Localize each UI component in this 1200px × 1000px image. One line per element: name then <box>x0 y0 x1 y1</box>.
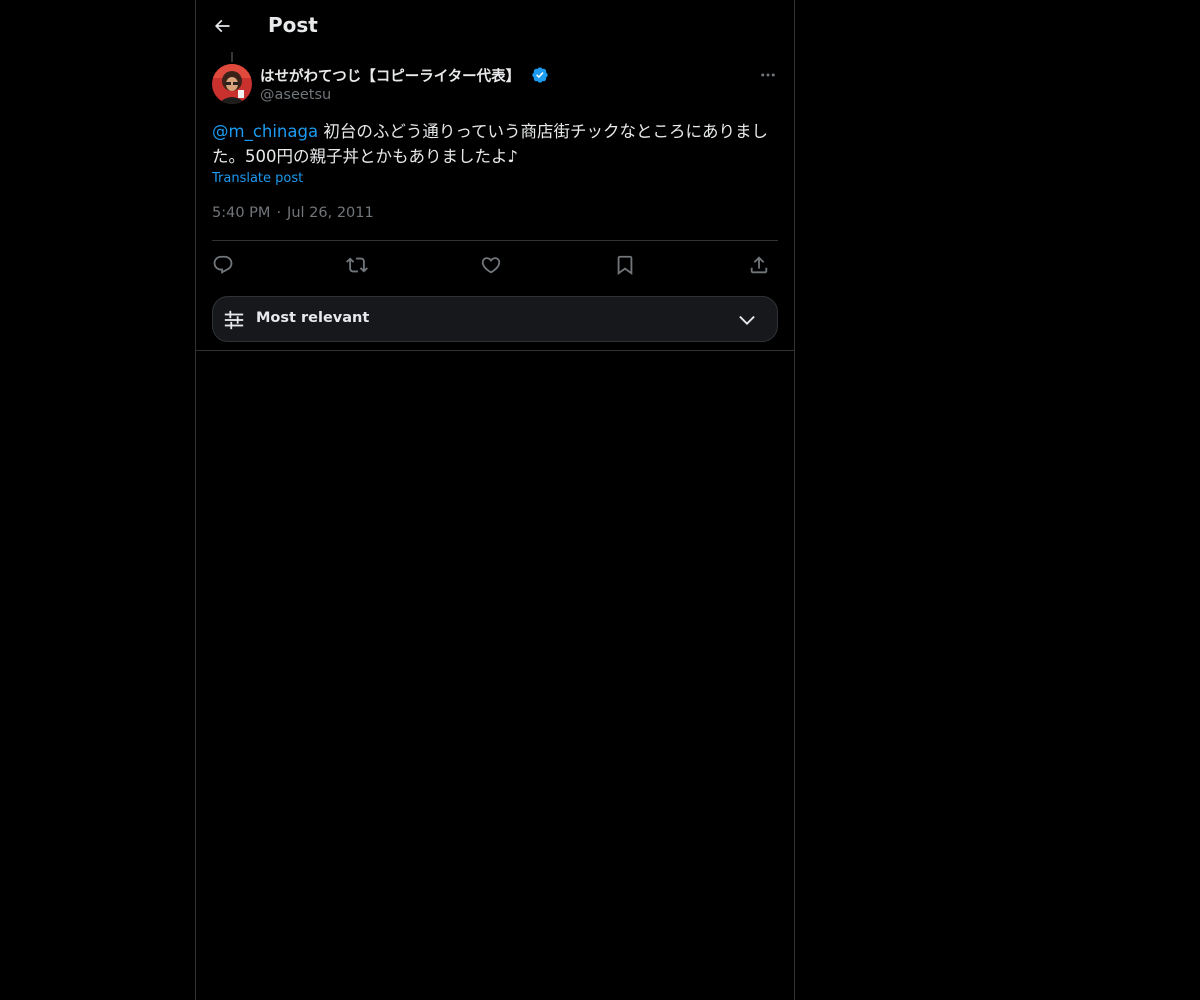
post-timestamp: 5:40 PM · Jul 26, 2011 <box>212 205 374 221</box>
author-avatar[interactable] <box>212 64 252 104</box>
like-button[interactable] <box>478 252 504 278</box>
post-text: @m_chinaga 初台のふどう通りっていう商店街チックなところにありました。… <box>212 119 780 169</box>
translate-post-link[interactable]: Translate post <box>212 171 303 186</box>
arrow-left-icon <box>214 19 230 33</box>
verified-badge-icon <box>532 67 548 83</box>
section-divider <box>196 350 794 351</box>
bookmark-icon <box>617 255 633 276</box>
author-name[interactable]: はせがわてつじ【コピーライター代表】 <box>260 65 520 86</box>
post-text-line2: た。500円の親子丼とかもありましたよ♪ <box>212 147 519 166</box>
divider <box>212 240 778 241</box>
share-icon <box>750 256 768 274</box>
bookmark-button[interactable] <box>612 252 638 278</box>
page-header: Post <box>196 0 794 53</box>
sort-label: Most relevant <box>256 310 370 326</box>
chevron-down-icon <box>739 315 755 325</box>
repost-icon <box>346 257 368 273</box>
repost-button[interactable] <box>344 252 370 278</box>
more-options-button[interactable] <box>756 64 780 86</box>
like-icon <box>481 257 501 274</box>
back-button[interactable] <box>208 12 236 40</box>
reply-button[interactable] <box>210 252 236 278</box>
mention-link[interactable]: @m_chinaga <box>212 122 318 141</box>
post-text-line1: 初台のふどう通りっていう商店街チックなところにありまし <box>318 122 769 141</box>
post-actions-bar <box>212 252 778 278</box>
post-detail-column: Post はせがわてつじ【コピーライター代表】 @aseetsu @m_chin… <box>195 0 795 1000</box>
sliders-icon <box>224 310 244 330</box>
reply-sort-dropdown[interactable]: Most relevant <box>212 296 778 342</box>
page-title: Post <box>268 13 318 37</box>
author-handle[interactable]: @aseetsu <box>260 87 331 103</box>
more-horizontal-icon <box>761 73 775 77</box>
share-button[interactable] <box>746 252 772 278</box>
reply-icon <box>213 255 233 274</box>
post-time[interactable]: 5:40 PM <box>212 205 270 221</box>
post-date[interactable]: Jul 26, 2011 <box>287 205 374 221</box>
meta-separator: · <box>276 205 282 221</box>
thread-connector-line <box>231 52 233 62</box>
